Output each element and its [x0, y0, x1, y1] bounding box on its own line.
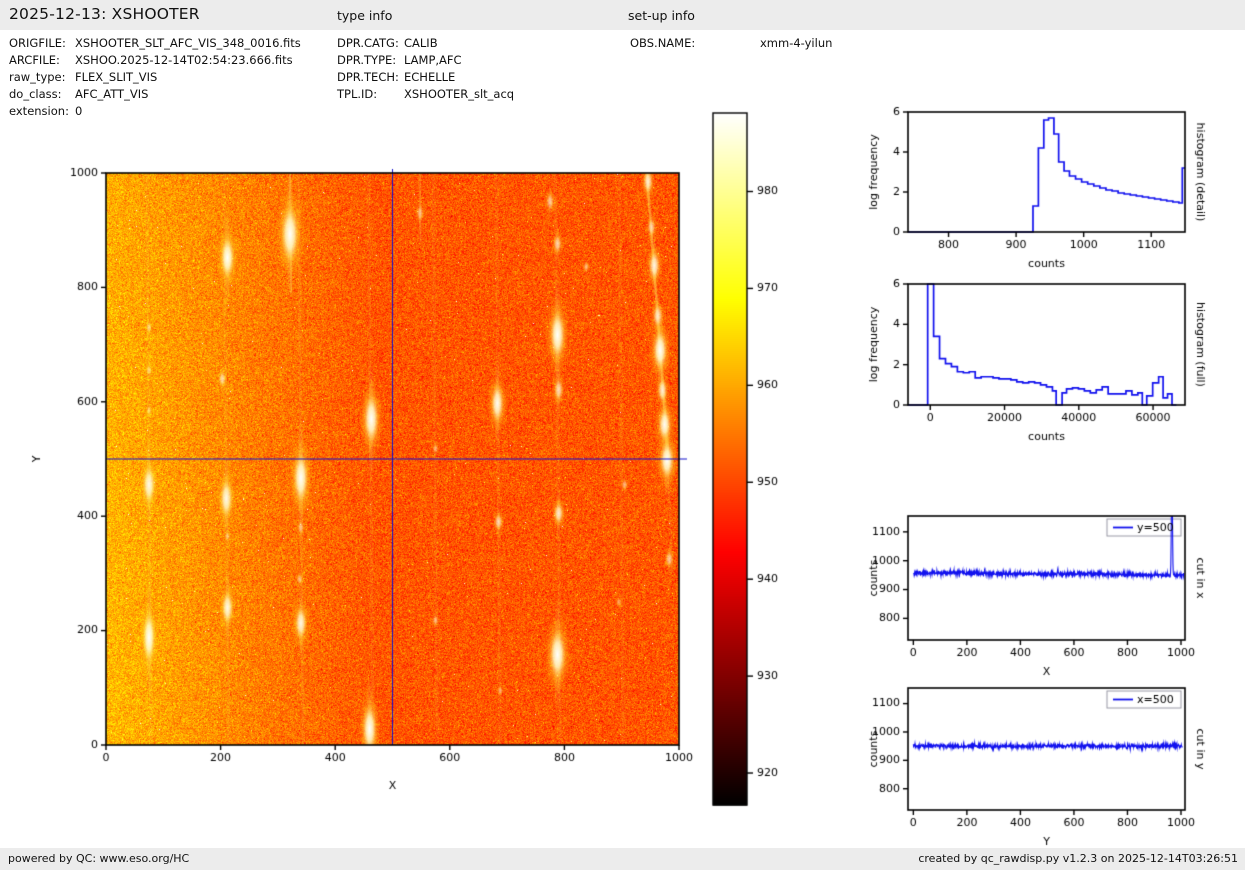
info-row: ORIGFILE: XSHOOTER_SLT_AFC_VIS_348_0016.f… [9, 36, 329, 53]
setup-info-block: OBS.NAME: xmm-4-yilun [630, 36, 910, 53]
cut-in-y-plot [860, 672, 1245, 850]
info-row: TPL.ID: XSHOOTER_slt_acq [337, 87, 617, 104]
info-value: XSHOOTER_SLT_AFC_VIS_348_0016.fits [75, 36, 301, 50]
detector-image-plot [20, 140, 700, 800]
info-row: DPR.TECH: ECHELLE [337, 70, 617, 87]
page-title: 2025-12-13: XSHOOTER [9, 5, 200, 23]
info-value: ECHELLE [404, 70, 455, 84]
section-title-type-info: type info [337, 8, 392, 23]
colorbar [700, 105, 820, 820]
type-info-block: DPR.CATG: CALIB DPR.TYPE: LAMP,AFC DPR.TEC… [337, 36, 617, 104]
info-value: XSHOOTER_slt_acq [404, 87, 514, 101]
info-row: extension: 0 [9, 104, 329, 121]
info-row: ARCFILE: XSHOO.2025-12-14T02:54:23.666.fi… [9, 53, 329, 70]
info-row: DPR.TYPE: LAMP,AFC [337, 53, 617, 70]
info-value: xmm-4-yilun [760, 36, 832, 50]
info-label: extension: [9, 104, 69, 118]
info-label: OBS.NAME: [630, 36, 695, 50]
info-row: DPR.CATG: CALIB [337, 36, 617, 53]
footer-bar: powered by QC: www.eso.org/HC created by… [0, 848, 1245, 870]
file-info-block: ORIGFILE: XSHOOTER_SLT_AFC_VIS_348_0016.f… [9, 36, 329, 121]
info-label: TPL.ID: [337, 87, 377, 101]
info-label: ARCFILE: [9, 53, 60, 67]
info-value: XSHOO.2025-12-14T02:54:23.666.fits [75, 53, 293, 67]
info-value: 0 [75, 104, 82, 118]
info-value: AFC_ATT_VIS [75, 87, 148, 101]
info-row: do_class: AFC_ATT_VIS [9, 87, 329, 104]
info-value: LAMP,AFC [404, 53, 462, 67]
info-label: DPR.TYPE: [337, 53, 396, 67]
info-row: OBS.NAME: xmm-4-yilun [630, 36, 910, 53]
section-title-setup-info: set-up info [628, 8, 695, 23]
info-value: CALIB [404, 36, 438, 50]
histogram-detail-plot [860, 95, 1245, 275]
header-bar: 2025-12-13: XSHOOTER type info set-up in… [0, 0, 1245, 30]
info-value: FLEX_SLIT_VIS [75, 70, 157, 84]
info-label: do_class: [9, 87, 62, 101]
footer-powered-by: powered by QC: www.eso.org/HC [8, 852, 189, 865]
info-label: DPR.TECH: [337, 70, 399, 84]
info-label: ORIGFILE: [9, 36, 66, 50]
histogram-full-plot [860, 268, 1245, 448]
info-label: DPR.CATG: [337, 36, 399, 50]
cut-in-x-plot [860, 500, 1245, 680]
info-label: raw_type: [9, 70, 66, 84]
footer-created-by: created by qc_rawdisp.py v1.2.3 on 2025-… [918, 852, 1238, 865]
info-row: raw_type: FLEX_SLIT_VIS [9, 70, 329, 87]
